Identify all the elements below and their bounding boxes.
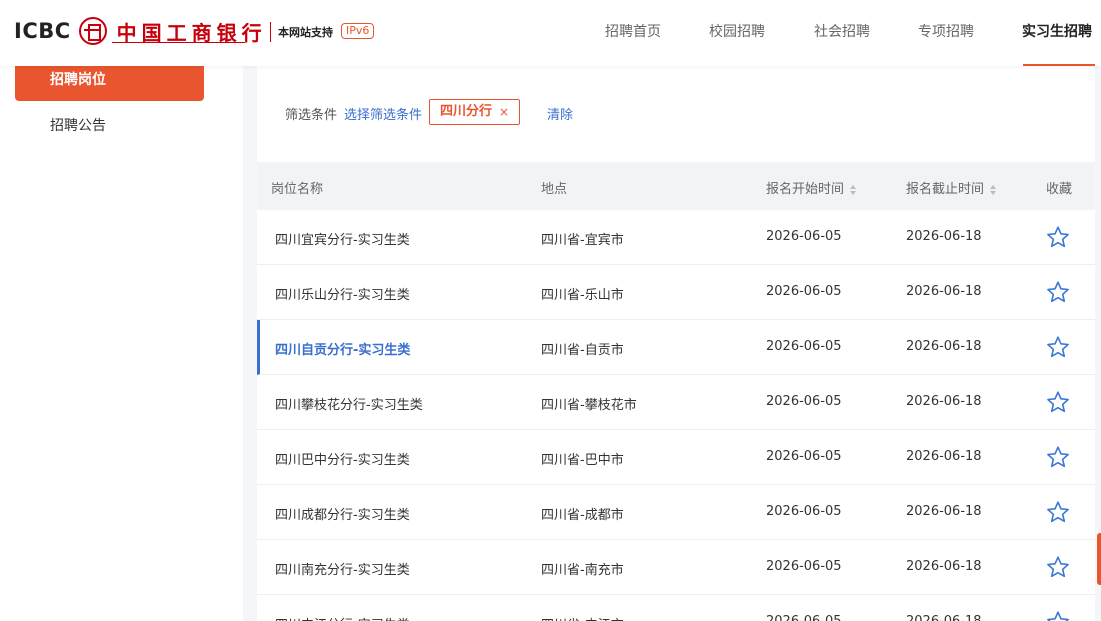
logo-text: ICBC (14, 19, 71, 43)
job-title[interactable]: 四川内江分行-实习生类 (275, 614, 410, 621)
job-title[interactable]: 四川成都分行-实习生类 (275, 504, 410, 523)
job-title[interactable]: 四川南充分行-实习生类 (275, 559, 410, 578)
table-row[interactable]: 四川内江分行-实习生类 四川省-内江市 2026-06-05 2026-06-18 (257, 595, 1095, 621)
apply-end-date: 2026-06-18 (906, 229, 982, 244)
job-location: 四川省-内江市 (541, 614, 624, 621)
job-title[interactable]: 四川自贡分行-实习生类 (275, 339, 410, 358)
star-outline-icon[interactable] (1046, 390, 1070, 414)
apply-end-date: 2026-06-18 (906, 449, 982, 464)
apply-start-date: 2026-06-05 (766, 449, 842, 464)
column-header-name: 岗位名称 (271, 182, 324, 197)
star-outline-icon[interactable] (1046, 225, 1070, 249)
nav-active-indicator (1023, 64, 1095, 66)
apply-start-date: 2026-06-05 (766, 559, 842, 574)
job-location: 四川省-乐山市 (541, 288, 624, 303)
sidebar-item-positions[interactable]: 招聘岗位 (15, 66, 204, 101)
column-header-end-label: 报名截止时间 (906, 182, 985, 197)
site-header: ICBC 中国工商银行 本网站支持 IPv6 招聘首页 校园招聘 社会招聘 专项… (0, 0, 1101, 66)
header-divider (270, 22, 271, 42)
icbc-logo[interactable]: ICBC 中国工商银行 (14, 17, 267, 45)
apply-start-date: 2026-06-05 (766, 614, 842, 621)
side-float-tab[interactable] (1097, 533, 1101, 585)
job-title[interactable]: 四川攀枝花分行-实习生类 (275, 394, 423, 413)
table-header: 岗位名称 地点 报名开始时间 报名截止时间 收藏 (257, 162, 1095, 210)
job-table-body: 四川宜宾分行-实习生类 四川省-宜宾市 2026-06-05 2026-06-18 四川… (257, 210, 1095, 621)
sort-icon[interactable] (850, 184, 857, 195)
nav-recruit-home[interactable]: 招聘首页 (605, 21, 661, 41)
job-location: 四川省-巴中市 (541, 453, 624, 468)
sort-icon[interactable] (990, 184, 997, 195)
apply-end-date: 2026-06-18 (906, 284, 982, 299)
nav-special-recruit[interactable]: 专项招聘 (918, 21, 974, 41)
apply-end-date: 2026-06-18 (906, 559, 982, 574)
star-outline-icon[interactable] (1046, 555, 1070, 579)
filter-chip-sichuan[interactable]: 四川分行 × (429, 99, 520, 125)
apply-end-date: 2026-06-18 (906, 394, 982, 409)
job-title[interactable]: 四川巴中分行-实习生类 (275, 449, 410, 468)
apply-end-date: 2026-06-18 (906, 504, 982, 519)
table-row[interactable]: 四川宜宾分行-实习生类 四川省-宜宾市 2026-06-05 2026-06-18 (257, 210, 1095, 265)
star-outline-icon[interactable] (1046, 610, 1070, 621)
apply-start-date: 2026-06-05 (766, 229, 842, 244)
table-row[interactable]: 四川自贡分行-实习生类 四川省-自贡市 2026-06-05 2026-06-18 (257, 320, 1095, 375)
column-header-end[interactable]: 报名截止时间 (906, 178, 997, 197)
star-outline-icon[interactable] (1046, 280, 1070, 304)
sidebar-item-announcements[interactable]: 招聘公告 (50, 115, 106, 135)
ipv6-support-text: 本网站支持 (278, 26, 333, 39)
job-title[interactable]: 四川宜宾分行-实习生类 (275, 229, 410, 248)
icbc-seal-icon (78, 17, 107, 45)
filter-chip-label: 四川分行 (440, 104, 493, 119)
apply-end-date: 2026-06-18 (906, 339, 982, 354)
sidebar: 招聘岗位 招聘公告 (0, 66, 243, 621)
job-title[interactable]: 四川乐山分行-实习生类 (275, 284, 410, 303)
apply-start-date: 2026-06-05 (766, 284, 842, 299)
nav-social-recruit[interactable]: 社会招聘 (814, 21, 870, 41)
table-row[interactable]: 四川南充分行-实习生类 四川省-南充市 2026-06-05 2026-06-18 (257, 540, 1095, 595)
nav-intern-recruit[interactable]: 实习生招聘 (1022, 21, 1092, 41)
job-location: 四川省-攀枝花市 (541, 398, 637, 413)
star-outline-icon[interactable] (1046, 445, 1070, 469)
column-header-start[interactable]: 报名开始时间 (766, 178, 857, 197)
job-location: 四川省-自贡市 (541, 343, 624, 358)
clear-filter-button[interactable]: 清除 (547, 104, 573, 123)
column-header-start-label: 报名开始时间 (766, 182, 845, 197)
star-outline-icon[interactable] (1046, 500, 1070, 524)
ipv6-badge: IPv6 (341, 23, 375, 39)
column-header-favorite: 收藏 (1046, 182, 1073, 197)
table-row[interactable]: 四川巴中分行-实习生类 四川省-巴中市 2026-06-05 2026-06-18 (257, 430, 1095, 485)
job-location: 四川省-宜宾市 (541, 233, 624, 248)
logo-underline (112, 42, 245, 43)
job-location: 四川省-成都市 (541, 508, 624, 523)
table-row[interactable]: 四川乐山分行-实习生类 四川省-乐山市 2026-06-05 2026-06-18 (257, 265, 1095, 320)
job-location: 四川省-南充市 (541, 563, 624, 578)
table-row[interactable]: 四川成都分行-实习生类 四川省-成都市 2026-06-05 2026-06-18 (257, 485, 1095, 540)
filter-panel: 筛选条件 选择筛选条件 四川分行 × 清除 (257, 66, 1095, 162)
apply-start-date: 2026-06-05 (766, 504, 842, 519)
star-outline-icon[interactable] (1046, 335, 1070, 359)
table-row[interactable]: 四川攀枝花分行-实习生类 四川省-攀枝花市 2026-06-05 2026-06-18 (257, 375, 1095, 430)
column-header-location: 地点 (541, 182, 568, 197)
apply-start-date: 2026-06-05 (766, 394, 842, 409)
select-filter-link[interactable]: 选择筛选条件 (344, 104, 422, 123)
close-icon[interactable]: × (499, 100, 509, 124)
nav-campus-recruit[interactable]: 校园招聘 (709, 21, 765, 41)
apply-start-date: 2026-06-05 (766, 339, 842, 354)
apply-end-date: 2026-06-18 (906, 614, 982, 621)
filter-label: 筛选条件 (285, 108, 338, 123)
